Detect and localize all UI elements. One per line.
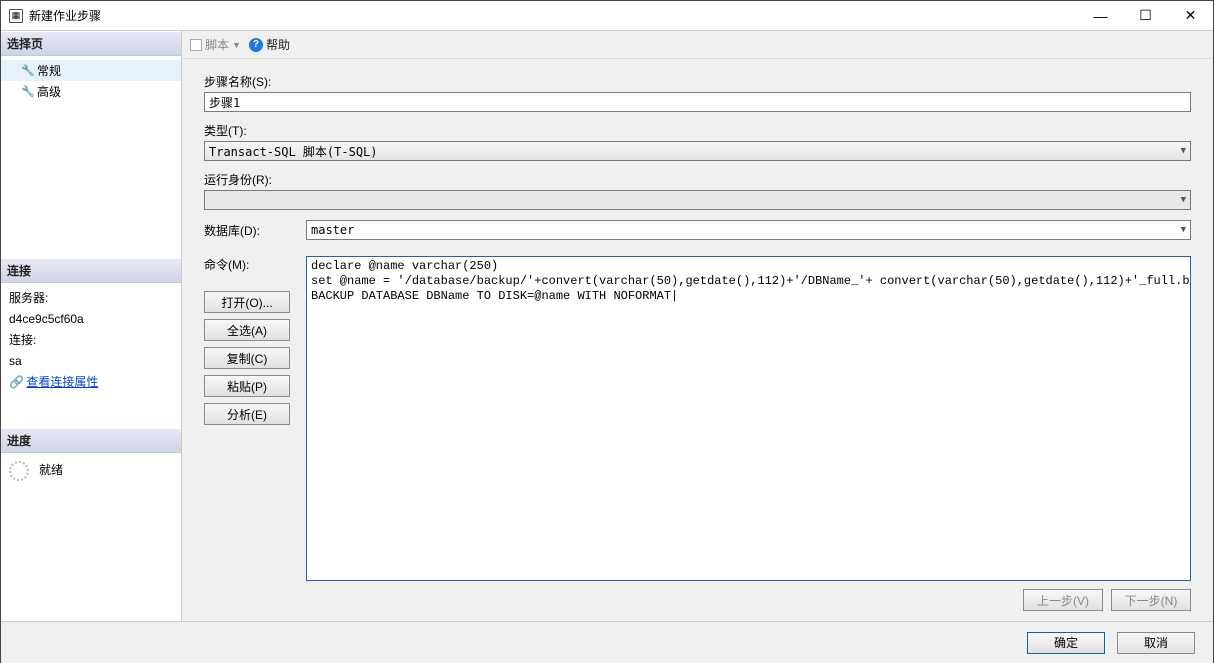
command-label: 命令(M): [204,256,290,273]
view-props-link[interactable]: 查看连接属性 [26,375,98,389]
command-textarea[interactable] [306,256,1191,581]
paste-button[interactable]: 粘贴(P) [204,375,290,397]
help-icon: ? [249,38,263,52]
runas-row: 运行身份(R): ▼ [204,171,1191,210]
progress-status: 就绪 [39,461,63,478]
title-bar: ▦ 新建作业步骤 — ☐ ✕ [1,1,1213,31]
app-icon: ▦ [9,9,23,23]
maximize-button[interactable]: ☐ [1123,1,1168,30]
chevron-down-icon: ▼ [1181,225,1186,235]
progress-panel: 就绪 [1,453,181,621]
view-connection-properties[interactable]: 🔗 查看连接属性 [9,373,173,392]
connection-icon: 🔗 [9,373,23,392]
sidebar-gap [1,106,181,258]
command-left-panel: 命令(M): 打开(O)... 全选(A) 复制(C) 粘贴(P) 分析(E) [204,256,290,581]
step-name-row: 步骤名称(S): [204,73,1191,112]
content-area: 脚本 ▼ ? 帮助 步骤名称(S): 类型(T): Transact-SQL 脚… [181,31,1213,621]
command-section: 命令(M): 打开(O)... 全选(A) 复制(C) 粘贴(P) 分析(E) [204,256,1191,581]
select-page-header: 选择页 [1,31,181,56]
minimize-button[interactable]: — [1078,1,1123,30]
sidebar-item-label: 高级 [37,83,61,100]
runas-label: 运行身份(R): [204,171,1191,188]
main-area: 选择页 🔧 常规 🔧 高级 连接 服务器: d4ce9c5cf60a 连接: s… [1,31,1213,621]
help-button[interactable]: ? 帮助 [249,36,290,53]
script-dropdown[interactable]: 脚本 ▼ [190,36,241,53]
database-row: 数据库(D): master ▼ [204,220,1191,240]
next-button[interactable]: 下一步(N) [1111,589,1191,611]
cancel-button[interactable]: 取消 [1117,632,1195,654]
prev-button[interactable]: 上一步(V) [1023,589,1103,611]
spinner-icon [9,461,29,481]
page-list: 🔧 常规 🔧 高级 [1,56,181,106]
step-name-input[interactable] [204,92,1191,112]
sidebar-item-label: 常规 [37,62,61,79]
database-label: 数据库(D): [204,222,290,239]
conn-label: 连接: [9,331,173,350]
sidebar: 选择页 🔧 常规 🔧 高级 连接 服务器: d4ce9c5cf60a 连接: s… [1,31,181,621]
command-textarea-wrap [306,256,1191,581]
copy-button[interactable]: 复制(C) [204,347,290,369]
chevron-down-icon: ▼ [1181,195,1186,205]
close-button[interactable]: ✕ [1168,1,1213,30]
chevron-down-icon: ▼ [1181,146,1186,156]
ok-button[interactable]: 确定 [1027,632,1105,654]
server-label: 服务器: [9,289,173,308]
database-combo[interactable]: master ▼ [306,220,1191,240]
wrench-icon: 🔧 [21,85,33,98]
window-title: 新建作业步骤 [29,7,1078,24]
sidebar-item-advanced[interactable]: 🔧 高级 [1,81,181,102]
progress-header: 进度 [1,428,181,453]
connection-gap [1,400,181,428]
server-value: d4ce9c5cf60a [9,310,173,329]
content-toolbar: 脚本 ▼ ? 帮助 [182,31,1213,59]
connection-header: 连接 [1,258,181,283]
runas-combo[interactable]: ▼ [204,190,1191,210]
step-name-label: 步骤名称(S): [204,73,1191,90]
footer: 确定 取消 [1,621,1213,663]
parse-button[interactable]: 分析(E) [204,403,290,425]
type-label: 类型(T): [204,122,1191,139]
open-button[interactable]: 打开(O)... [204,291,290,313]
database-value: master [311,223,354,237]
chevron-down-icon: ▼ [232,40,241,50]
sidebar-item-general[interactable]: 🔧 常规 [1,60,181,81]
type-combo[interactable]: Transact-SQL 脚本(T-SQL) ▼ [204,141,1191,161]
connection-panel: 服务器: d4ce9c5cf60a 连接: sa 🔗 查看连接属性 [1,283,181,401]
nav-row: 上一步(V) 下一步(N) [204,581,1191,611]
script-icon [190,39,202,51]
conn-value: sa [9,352,173,371]
type-value: Transact-SQL 脚本(T-SQL) [209,143,378,160]
select-all-button[interactable]: 全选(A) [204,319,290,341]
form-area: 步骤名称(S): 类型(T): Transact-SQL 脚本(T-SQL) ▼… [182,59,1213,621]
type-row: 类型(T): Transact-SQL 脚本(T-SQL) ▼ [204,122,1191,161]
wrench-icon: 🔧 [21,64,33,77]
